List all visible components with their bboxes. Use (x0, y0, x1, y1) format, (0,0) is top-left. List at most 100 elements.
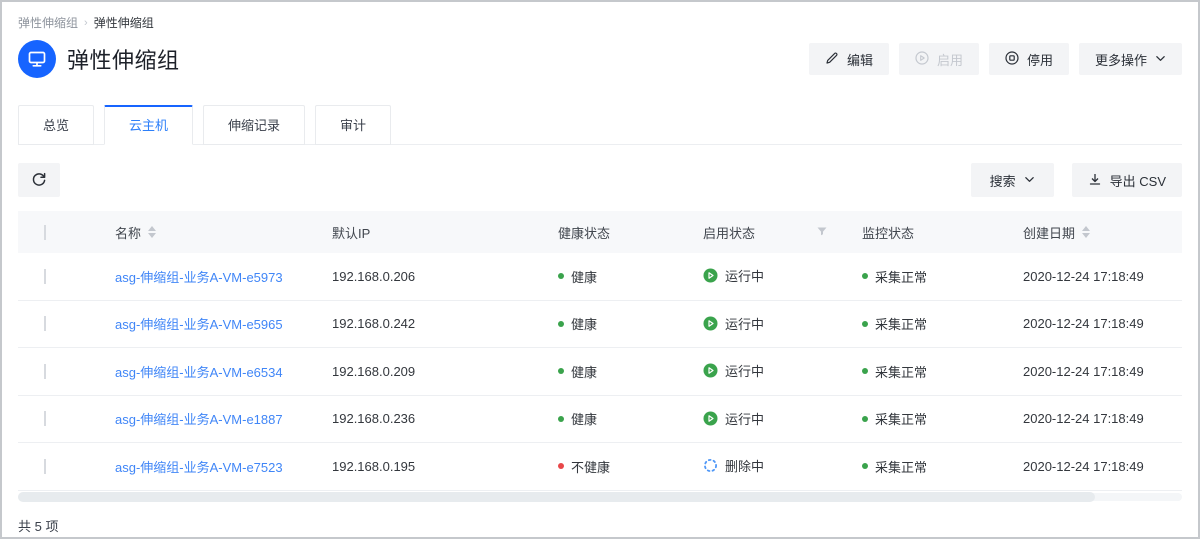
column-header-name[interactable]: 名称 (97, 223, 314, 242)
health-status: 健康 (558, 409, 597, 428)
scrollbar-thumb[interactable] (18, 492, 1095, 502)
vm-ip: 192.168.0.206 (314, 269, 540, 284)
vm-ip: 192.168.0.209 (314, 364, 540, 379)
enable-status: 删除中 (703, 456, 764, 475)
table-header-row: 名称 默认IP 健康状态 启用状态 监控状态 创建日期 (18, 211, 1182, 253)
vm-name-link[interactable]: asg-伸缩组-业务A-VM-e7523 (115, 460, 283, 475)
tab-overview[interactable]: 总览 (18, 105, 94, 145)
health-status: 健康 (558, 314, 597, 333)
refresh-button[interactable] (18, 163, 60, 197)
vm-ip: 192.168.0.242 (314, 316, 540, 331)
column-header-enable-status-label: 启用状态 (703, 223, 755, 242)
monitor-status: 采集正常 (862, 457, 927, 476)
row-checkbox[interactable] (44, 411, 46, 426)
sort-icon (148, 226, 156, 238)
tab-cloud-hosts[interactable]: 云主机 (104, 105, 193, 145)
row-checkbox[interactable] (44, 269, 46, 284)
running-play-icon (703, 363, 718, 378)
column-header-enable-status: 启用状态 (685, 223, 844, 242)
tabbar: 总览 云主机 伸缩记录 审计 (18, 105, 1182, 145)
enable-button-label: 启用 (937, 50, 963, 69)
green-dot-icon (558, 273, 564, 279)
vm-ip: 192.168.0.236 (314, 411, 540, 426)
green-dot-icon (862, 368, 868, 374)
deleting-spinner-icon (703, 458, 718, 473)
more-actions-button[interactable]: 更多操作 (1079, 43, 1182, 75)
header-actions: 编辑 启用 停用 (809, 43, 1182, 75)
download-icon (1088, 172, 1102, 189)
column-header-created-date[interactable]: 创建日期 (1005, 223, 1182, 242)
enable-status: 运行中 (703, 314, 764, 333)
disable-button[interactable]: 停用 (989, 43, 1069, 75)
stop-circle-icon (1005, 51, 1019, 68)
monitor-status: 采集正常 (862, 314, 927, 333)
table-row: asg-伸缩组-业务A-VM-e7523 192.168.0.195 不健康 删… (18, 443, 1182, 491)
sort-icon (1082, 226, 1090, 238)
vm-name-link[interactable]: asg-伸缩组-业务A-VM-e5965 (115, 317, 283, 332)
running-play-icon (703, 316, 718, 331)
breadcrumb: 弹性伸缩组 › 弹性伸缩组 (18, 14, 1182, 31)
green-dot-icon (862, 321, 868, 327)
vm-name-link[interactable]: asg-伸缩组-业务A-VM-e6534 (115, 365, 283, 380)
health-status: 不健康 (558, 457, 610, 476)
vm-table: 名称 默认IP 健康状态 启用状态 监控状态 创建日期 (18, 211, 1182, 502)
row-checkbox[interactable] (44, 364, 46, 379)
monitor-icon (18, 40, 56, 78)
pencil-icon (825, 51, 839, 68)
created-date: 2020-12-24 17:18:49 (1005, 459, 1182, 474)
column-header-health-status: 健康状态 (540, 223, 685, 242)
vm-name-link[interactable]: asg-伸缩组-业务A-VM-e1887 (115, 412, 283, 427)
green-dot-icon (558, 416, 564, 422)
page-header: 弹性伸缩组 编辑 启用 (18, 40, 1182, 78)
search-button-label: 搜索 (990, 171, 1016, 190)
running-play-icon (703, 268, 718, 283)
enable-status: 运行中 (703, 266, 764, 285)
green-dot-icon (558, 368, 564, 374)
running-play-icon (703, 411, 718, 426)
monitor-status: 采集正常 (862, 362, 927, 381)
tab-audit[interactable]: 审计 (315, 105, 391, 145)
filter-funnel-icon[interactable] (816, 225, 828, 240)
chevron-down-icon (1024, 173, 1035, 188)
row-checkbox[interactable] (44, 316, 46, 331)
breadcrumb-item-current: 弹性伸缩组 (94, 14, 154, 31)
monitor-status: 采集正常 (862, 267, 927, 286)
column-header-name-label: 名称 (115, 223, 141, 242)
created-date: 2020-12-24 17:18:49 (1005, 411, 1182, 426)
edit-button-label: 编辑 (847, 50, 873, 69)
chevron-down-icon (1155, 52, 1166, 67)
enable-status: 运行中 (703, 409, 764, 428)
breadcrumb-item-parent[interactable]: 弹性伸缩组 (18, 14, 78, 31)
health-status: 健康 (558, 267, 597, 286)
horizontal-scrollbar (18, 492, 1182, 502)
column-header-monitor-status: 监控状态 (844, 223, 1005, 242)
select-all-checkbox[interactable] (44, 225, 46, 240)
row-checkbox[interactable] (44, 459, 46, 474)
search-button[interactable]: 搜索 (971, 163, 1054, 197)
green-dot-icon (862, 416, 868, 422)
column-header-default-ip: 默认IP (314, 223, 540, 242)
table-row: asg-伸缩组-业务A-VM-e6534 192.168.0.209 健康 运行… (18, 348, 1182, 396)
refresh-icon (31, 171, 47, 190)
disable-button-label: 停用 (1027, 50, 1053, 69)
vm-ip: 192.168.0.195 (314, 459, 540, 474)
green-dot-icon (862, 463, 868, 469)
tab-scaling-records[interactable]: 伸缩记录 (203, 105, 305, 145)
vm-name-link[interactable]: asg-伸缩组-业务A-VM-e5973 (115, 270, 283, 285)
created-date: 2020-12-24 17:18:49 (1005, 364, 1182, 379)
monitor-status: 采集正常 (862, 409, 927, 428)
page-title: 弹性伸缩组 (67, 43, 180, 75)
asg-detail-page: 弹性伸缩组 › 弹性伸缩组 弹性伸缩组 编辑 (2, 14, 1198, 535)
table-toolbar: 搜索 导出 CSV (18, 163, 1182, 197)
export-csv-button[interactable]: 导出 CSV (1072, 163, 1182, 197)
enable-button: 启用 (899, 43, 979, 75)
breadcrumb-separator: › (84, 17, 88, 29)
export-csv-button-label: 导出 CSV (1110, 171, 1166, 190)
enable-status: 运行中 (703, 361, 764, 380)
green-dot-icon (862, 273, 868, 279)
edit-button[interactable]: 编辑 (809, 43, 889, 75)
table-row: asg-伸缩组-业务A-VM-e5973 192.168.0.206 健康 运行… (18, 253, 1182, 301)
more-actions-button-label: 更多操作 (1095, 50, 1147, 69)
red-dot-icon (558, 463, 564, 469)
created-date: 2020-12-24 17:18:49 (1005, 269, 1182, 284)
